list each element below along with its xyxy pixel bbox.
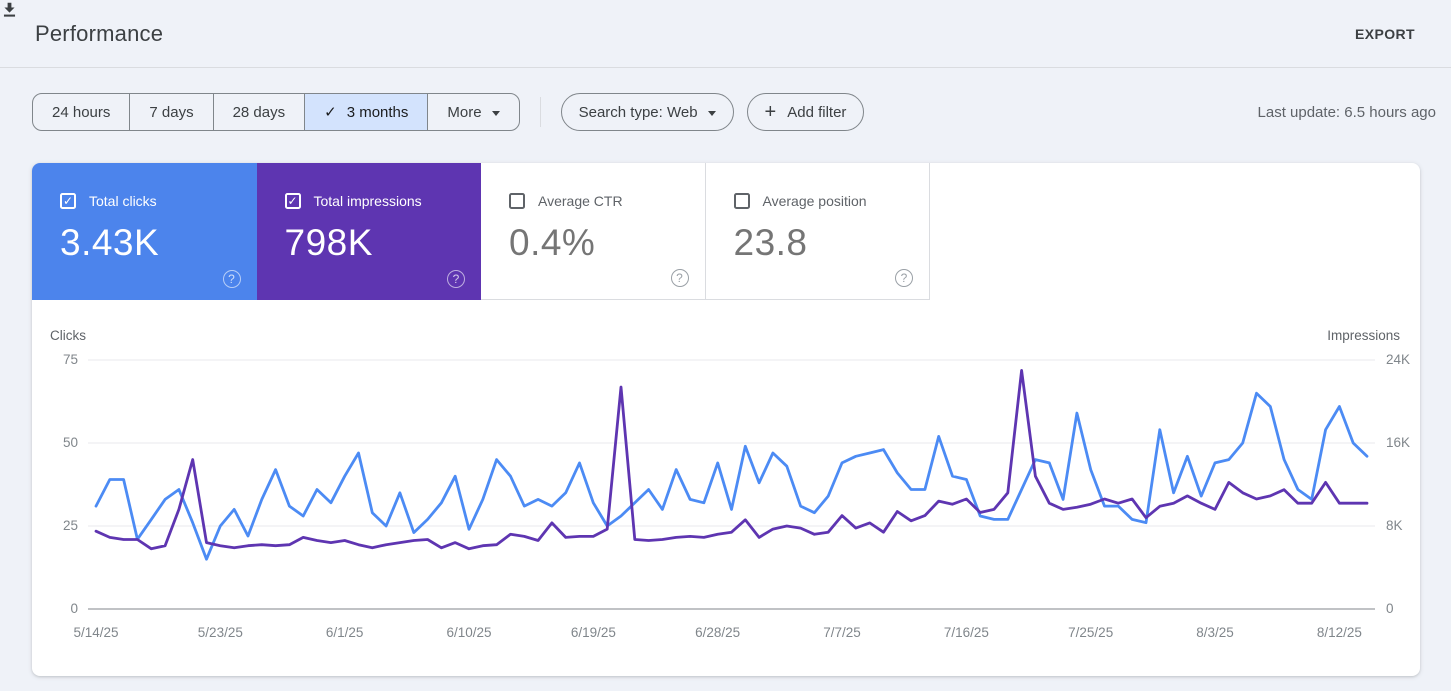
checkmark-icon: ✓ — [324, 104, 337, 121]
right-axis-title: Impressions — [1327, 328, 1400, 343]
left-axis-tick: 50 — [62, 435, 78, 450]
x-axis-tick: 7/7/25 — [823, 625, 861, 640]
plus-icon: + — [764, 100, 777, 123]
left-axis-title: Clicks — [50, 328, 86, 343]
right-axis-tick: 16K — [1386, 435, 1411, 450]
help-icon[interactable]: ? — [222, 270, 241, 288]
chart-canvas — [88, 359, 1375, 610]
help-icon[interactable]: ? — [447, 270, 465, 288]
left-axis-tick: 0 — [70, 601, 78, 616]
tile-total-clicks[interactable]: ✓ Total clicks 3.43K ? — [32, 163, 257, 300]
x-axis-tick: 7/25/25 — [1068, 625, 1114, 640]
add-filter-button[interactable]: + Add filter — [746, 93, 865, 131]
chevron-down-icon — [707, 110, 716, 116]
average-ctr-checkbox[interactable] — [509, 193, 525, 209]
clicks-line — [94, 391, 1369, 561]
more-label: More — [447, 103, 482, 121]
filter-bar: 24 hours 7 days 28 days ✓ 3 months More … — [32, 93, 1436, 131]
range-7-days-label: 7 days — [149, 103, 194, 121]
left-axis-tick: 25 — [62, 518, 78, 533]
export-label: EXPORT — [1355, 25, 1415, 42]
right-axis-tick: 24K — [1386, 352, 1411, 367]
download-icon — [3, 2, 16, 17]
x-axis-tick: 6/10/25 — [446, 625, 492, 640]
date-range-segmented-control: 24 hours 7 days 28 days ✓ 3 months More — [32, 93, 520, 131]
page-title: Performance — [35, 20, 164, 46]
help-icon[interactable]: ? — [670, 269, 689, 287]
range-3-months-label: 3 months — [346, 103, 409, 121]
left-axis-tick: 75 — [62, 352, 78, 367]
x-axis-tick: 8/3/25 — [1196, 625, 1234, 640]
search-type-label: Search type: Web — [578, 103, 698, 121]
chevron-down-icon — [491, 110, 500, 116]
tile-total-impressions[interactable]: ✓ Total impressions 798K ? — [256, 163, 481, 300]
export-button[interactable]: EXPORT — [3, 2, 1415, 42]
total-impressions-value: 798K — [284, 222, 373, 263]
right-axis-tick: 8K — [1386, 518, 1403, 533]
impressions-line — [94, 369, 1369, 551]
right-axis-tick: 0 — [1386, 601, 1394, 616]
last-update-text: Last update: 6.5 hours ago — [1257, 103, 1436, 121]
average-ctr-value: 0.4% — [509, 222, 596, 263]
x-axis-tick: 5/23/25 — [197, 625, 243, 640]
performance-card: ✓ Total clicks 3.43K ? ✓ Total impressio… — [32, 163, 1420, 676]
total-impressions-label: Total impressions — [313, 193, 422, 209]
search-type-dropdown[interactable]: Search type: Web — [560, 93, 734, 131]
range-28-days[interactable]: 28 days — [212, 94, 305, 130]
range-more-dropdown[interactable]: More — [427, 94, 518, 130]
performance-chart[interactable]: Clicks Impressions 0 25 50 75 0 8K 16K 24K 5/14/… — [32, 300, 1420, 676]
range-3-months[interactable]: ✓ 3 months — [304, 94, 428, 130]
filter-divider — [539, 97, 541, 127]
top-bar: Performance EXPORT — [0, 0, 1451, 68]
range-24-hours-label: 24 hours — [52, 103, 111, 121]
x-axis-tick: 6/1/25 — [325, 625, 364, 640]
average-position-label: Average position — [762, 193, 867, 209]
tile-average-ctr[interactable]: Average CTR 0.4% ? — [481, 163, 706, 300]
x-axis-tick: 6/28/25 — [695, 625, 741, 640]
total-clicks-label: Total clicks — [89, 193, 157, 209]
help-icon[interactable]: ? — [895, 269, 913, 287]
range-28-days-label: 28 days — [232, 103, 286, 121]
total-clicks-checkbox[interactable]: ✓ — [60, 193, 76, 209]
x-axis-tick: 6/19/25 — [570, 625, 616, 640]
range-24-hours[interactable]: 24 hours — [33, 94, 129, 130]
total-clicks-value: 3.43K — [60, 222, 160, 263]
x-axis-tick: 7/16/25 — [943, 625, 989, 640]
total-impressions-checkbox[interactable]: ✓ — [284, 193, 301, 209]
x-axis-tick: 8/12/25 — [1316, 625, 1362, 640]
range-7-days[interactable]: 7 days — [129, 94, 212, 130]
average-ctr-label: Average CTR — [538, 193, 623, 209]
tile-average-position[interactable]: Average position 23.8 ? — [705, 163, 930, 300]
average-position-checkbox[interactable] — [733, 193, 750, 209]
x-axis-tick: 5/14/25 — [73, 625, 119, 640]
add-filter-label: Add filter — [787, 103, 847, 121]
metric-tiles: ✓ Total clicks 3.43K ? ✓ Total impressio… — [32, 163, 1420, 300]
average-position-value: 23.8 — [733, 222, 808, 263]
